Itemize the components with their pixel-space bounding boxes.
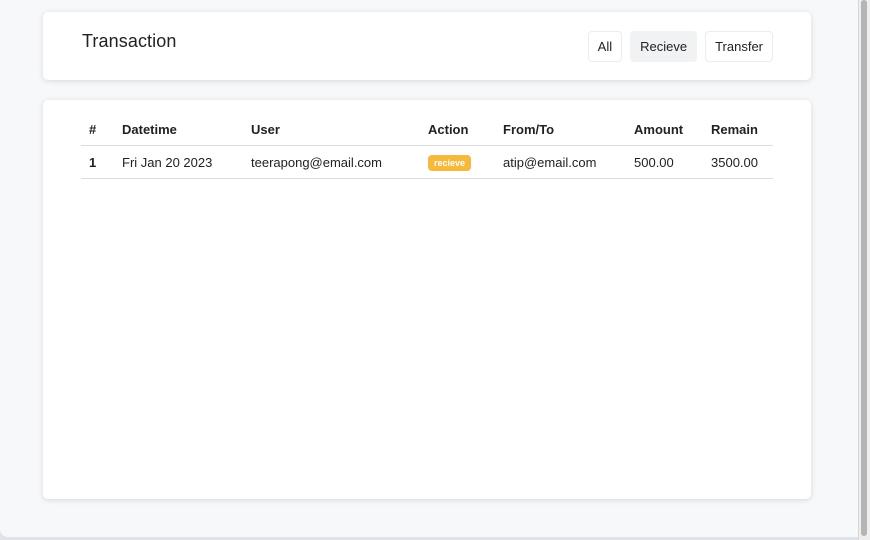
transaction-header-card: Transaction All Recieve Transfer [43, 12, 811, 80]
cell-action: recieve [420, 145, 495, 179]
column-header-action: Action [420, 113, 495, 146]
cell-amount: 500.00 [626, 145, 703, 179]
cell-index: 1 [81, 145, 114, 179]
page-title: Transaction [82, 31, 177, 51]
page-viewport: Transaction All Recieve Transfer # Datet… [0, 0, 858, 537]
table-row: 1 Fri Jan 20 2023 teerapong@email.com re… [81, 145, 773, 179]
transaction-table: # Datetime User Action From/To Amount Re… [81, 113, 773, 179]
scrollbar-thumb[interactable] [861, 0, 867, 536]
action-badge: recieve [428, 154, 472, 171]
column-header-remain: Remain [703, 113, 773, 146]
filter-recieve-button[interactable]: Recieve [630, 31, 698, 62]
column-header-datetime: Datetime [114, 113, 243, 146]
column-header-from-to: From/To [495, 113, 626, 146]
column-header-user: User [243, 113, 420, 146]
filter-all-button[interactable]: All [587, 31, 623, 62]
column-header-index: # [81, 113, 114, 146]
cell-remain: 3500.00 [703, 145, 773, 179]
filter-button-group: All Recieve Transfer [580, 31, 773, 62]
column-header-amount: Amount [626, 113, 703, 146]
filter-transfer-button[interactable]: Transfer [705, 31, 773, 62]
cell-user: teerapong@email.com [243, 145, 420, 179]
cell-from-to: atip@email.com [495, 145, 626, 179]
cell-datetime: Fri Jan 20 2023 [114, 145, 243, 179]
table-header-row: # Datetime User Action From/To Amount Re… [81, 113, 773, 146]
transaction-table-card: # Datetime User Action From/To Amount Re… [43, 100, 811, 499]
